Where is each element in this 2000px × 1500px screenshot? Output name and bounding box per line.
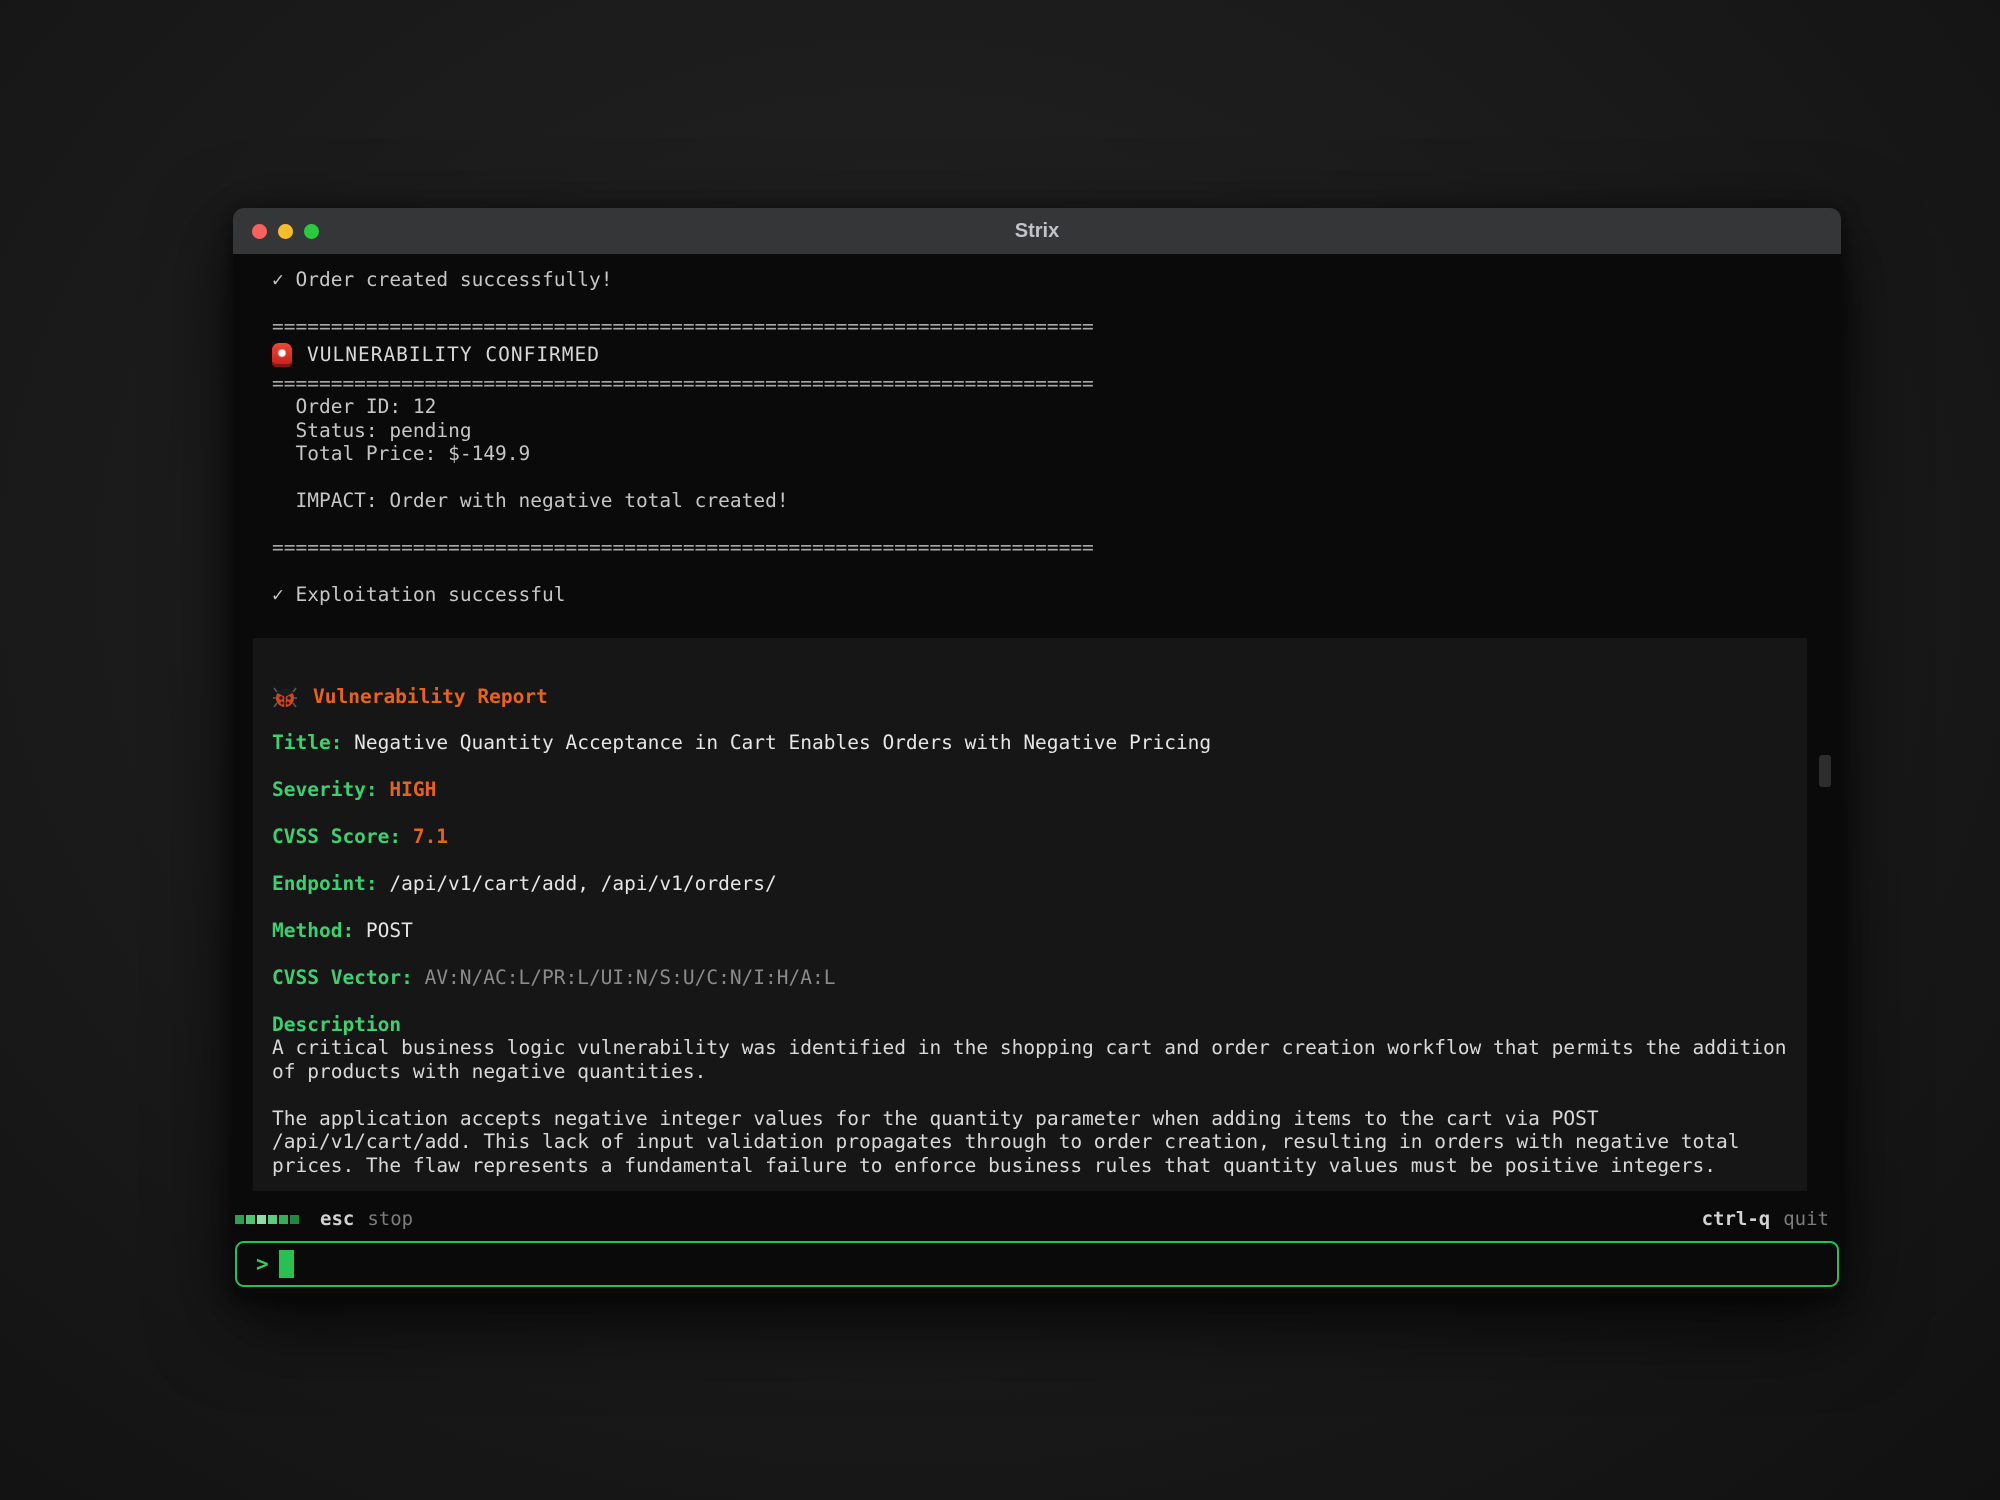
field-value: HIGH xyxy=(389,778,436,801)
siren-icon xyxy=(272,343,292,367)
spinner-dot xyxy=(268,1215,277,1224)
description-header: Description xyxy=(272,1013,1788,1037)
report-header: Vulnerability Report xyxy=(272,684,1788,710)
report-field-cvss-vector: CVSS Vector: AV:N/AC:L/PR:L/UI:N/S:U/C:N/… xyxy=(272,966,1788,990)
titlebar: Strix xyxy=(233,208,1841,254)
strix-window: Strix ✓ Order created successfully! ====… xyxy=(233,208,1841,1296)
quit-key-hint: ctrl-q xyxy=(1702,1208,1771,1230)
spinner xyxy=(235,1215,299,1224)
field-label: Severity: xyxy=(272,778,378,801)
field-label: Method: xyxy=(272,919,354,942)
log-status: Status: pending xyxy=(272,419,1841,443)
separator-line: ========================================… xyxy=(272,536,1841,560)
report-field-method: Method: POST xyxy=(272,919,1788,943)
field-value: /api/v1/cart/add, /api/v1/orders/ xyxy=(389,872,776,895)
report-title: Vulnerability Report xyxy=(313,685,548,709)
log-exploitation: ✓ Exploitation successful xyxy=(272,583,1841,607)
quit-action-label: quit xyxy=(1783,1208,1829,1230)
window-title: Strix xyxy=(233,220,1841,243)
vulnerability-confirmed-banner: VULNERABILITY CONFIRMED xyxy=(272,340,1841,370)
field-value: 7.1 xyxy=(413,825,448,848)
separator-line: ========================================… xyxy=(272,315,1841,339)
alert-title: VULNERABILITY CONFIRMED xyxy=(307,343,600,367)
input-area: > xyxy=(233,1239,1841,1296)
field-label: Endpoint: xyxy=(272,872,378,895)
log-order-created: ✓ Order created successfully! xyxy=(272,268,1841,292)
spinner-dot xyxy=(257,1215,266,1224)
log-total-price: Total Price: $-149.9 xyxy=(272,442,1841,466)
spinner-dot xyxy=(246,1215,255,1224)
field-value: POST xyxy=(366,919,413,942)
report-field-title: Title: Negative Quantity Acceptance in Ca… xyxy=(272,731,1788,755)
terminal-output: ✓ Order created successfully! ==========… xyxy=(233,254,1841,1199)
report-field-cvss-score: CVSS Score: 7.1 xyxy=(272,825,1788,849)
field-label: CVSS Vector: xyxy=(272,966,413,989)
scrollbar-thumb[interactable] xyxy=(1819,755,1831,787)
log-impact: IMPACT: Order with negative total create… xyxy=(272,489,1841,513)
bug-icon xyxy=(272,684,298,710)
field-value: Negative Quantity Acceptance in Cart Ena… xyxy=(354,731,1211,754)
description-paragraph-2: The application accepts negative integer… xyxy=(272,1107,1788,1178)
field-label: Title: xyxy=(272,731,342,754)
field-value: AV:N/AC:L/PR:L/UI:N/S:U/C:N/I:H/A:L xyxy=(425,966,836,989)
log-order-id: Order ID: 12 xyxy=(272,395,1841,419)
description-paragraph-1: A critical business logic vulnerability … xyxy=(272,1036,1788,1083)
vulnerability-report-panel: Vulnerability Report Title: Negative Quan… xyxy=(253,638,1807,1191)
spinner-dot xyxy=(290,1215,299,1224)
spinner-dot xyxy=(235,1215,244,1224)
separator-line: ========================================… xyxy=(272,372,1841,396)
esc-key-hint: esc xyxy=(320,1208,354,1230)
command-input[interactable]: > xyxy=(235,1241,1839,1287)
spinner-dot xyxy=(279,1215,288,1224)
report-field-severity: Severity: HIGH xyxy=(272,778,1788,802)
status-bar: esc stop ctrl-q quit xyxy=(233,1199,1841,1239)
text-cursor xyxy=(279,1250,294,1278)
prompt-symbol: > xyxy=(256,1252,269,1276)
esc-action-label: stop xyxy=(367,1208,413,1230)
field-label: CVSS Score: xyxy=(272,825,401,848)
report-field-endpoint: Endpoint: /api/v1/cart/add, /api/v1/order… xyxy=(272,872,1788,896)
